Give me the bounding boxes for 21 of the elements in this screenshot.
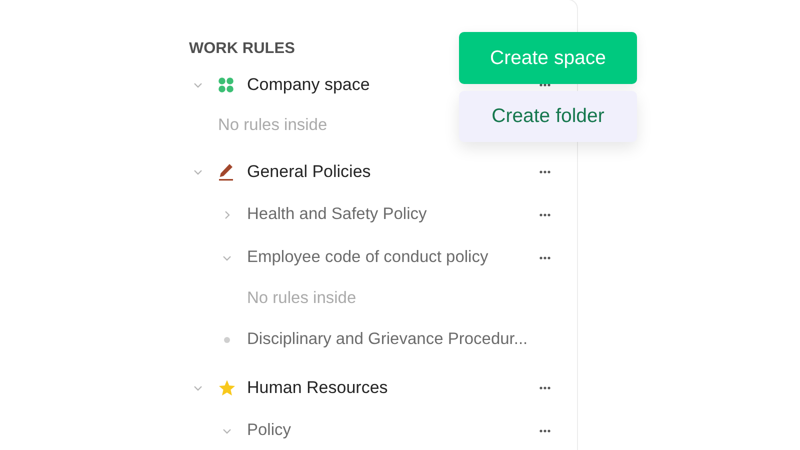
- grid-icon: [218, 76, 234, 92]
- pencil-icon: [218, 162, 234, 180]
- space-item[interactable]: Human Resources: [247, 378, 388, 398]
- bullet-icon: [224, 336, 230, 342]
- create-folder-button[interactable]: Create folder: [459, 91, 637, 142]
- more-icon[interactable]: [539, 428, 551, 432]
- empty-message: No rules inside: [247, 289, 356, 308]
- empty-message: No rules inside: [218, 116, 328, 135]
- more-icon[interactable]: [539, 212, 551, 216]
- rule-item[interactable]: Disciplinary and Grievance Procedur...: [247, 330, 528, 349]
- more-icon[interactable]: [539, 386, 551, 390]
- space-item[interactable]: Company space: [247, 74, 370, 94]
- section-heading: WORK RULES: [189, 39, 295, 59]
- folder-item[interactable]: Health and Safety Policy: [247, 205, 427, 224]
- space-item[interactable]: General Policies: [247, 162, 371, 182]
- more-icon[interactable]: [539, 82, 551, 86]
- more-icon[interactable]: [539, 256, 551, 260]
- star-icon: [218, 378, 236, 396]
- more-icon[interactable]: [539, 170, 551, 174]
- folder-item[interactable]: Policy: [247, 421, 292, 440]
- folder-item[interactable]: Employee code of conduct policy: [247, 248, 488, 267]
